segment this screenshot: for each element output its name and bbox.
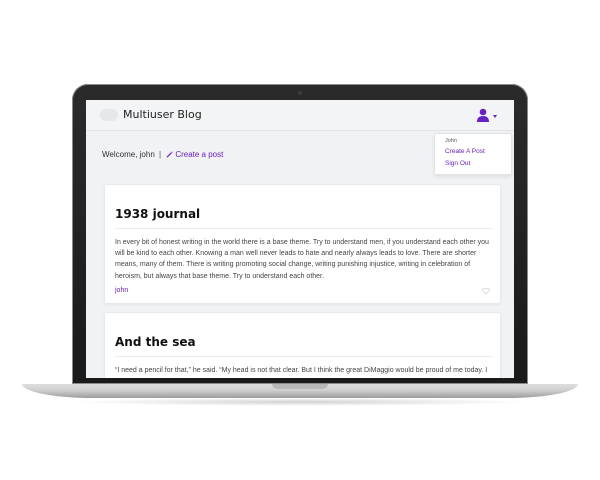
welcome-text: Welcome, john: [102, 150, 155, 159]
laptop-shadow: [70, 398, 530, 406]
post-title[interactable]: And the sea: [115, 335, 196, 349]
welcome-separator: |: [159, 150, 162, 159]
post-body: In every bit of honest writing in the wo…: [115, 239, 489, 280]
post-divider: [115, 228, 492, 229]
welcome-bar: Welcome, john | Create a post: [102, 150, 223, 159]
chevron-down-icon: [493, 115, 497, 118]
post-body: “I need a pencil for that,” he said. “My…: [115, 367, 488, 374]
create-post-link[interactable]: Create a post: [165, 150, 223, 159]
brand-title[interactable]: Multiuser Blog: [123, 108, 202, 121]
laptop-opening-notch: [272, 384, 328, 389]
navbar: Multiuser Blog: [86, 100, 514, 131]
post-card: 1938 journal In every bit of honest writ…: [104, 184, 501, 304]
dropdown-username: John: [445, 138, 457, 144]
pencil-icon: [167, 151, 173, 158]
post-title[interactable]: 1938 journal: [115, 207, 200, 221]
user-menu-toggle[interactable]: [476, 108, 504, 124]
menu-item-sign-out[interactable]: Sign Out: [445, 160, 470, 167]
post-author-link[interactable]: john: [115, 287, 128, 294]
laptop-base: [22, 384, 578, 398]
post-card: And the sea “I need a pencil for that,” …: [104, 312, 501, 378]
brand-logo: [100, 109, 118, 121]
post-divider: [115, 356, 492, 357]
heart-icon[interactable]: [482, 287, 490, 295]
create-post-label: Create a post: [175, 150, 224, 159]
laptop-lid: Multiuser Blog John Create A Post Sign O…: [72, 84, 528, 384]
menu-item-create-post[interactable]: Create A Post: [445, 148, 485, 155]
user-icon: [477, 108, 489, 122]
webcam: [298, 91, 302, 95]
laptop-screen: Multiuser Blog John Create A Post Sign O…: [86, 100, 514, 378]
user-dropdown-menu: John Create A Post Sign Out: [434, 133, 512, 175]
